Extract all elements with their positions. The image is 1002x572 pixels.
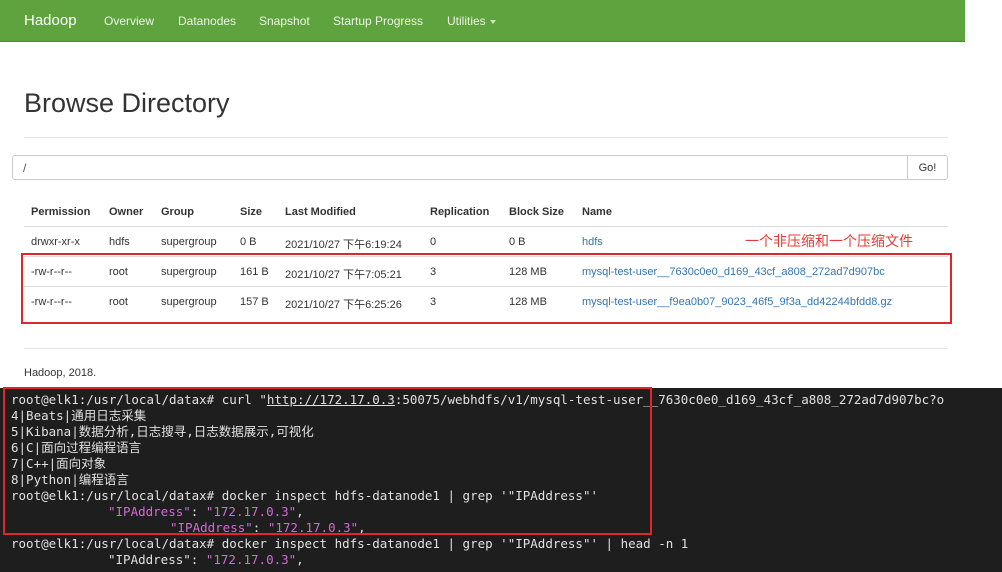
- nav-datanodes[interactable]: Datanodes: [178, 14, 236, 28]
- terminal-line: root@elk1:/usr/local/datax# docker inspe…: [11, 536, 689, 551]
- nav-startup-progress[interactable]: Startup Progress: [333, 14, 423, 28]
- brand-link[interactable]: Hadoop: [24, 12, 77, 29]
- nav-overview[interactable]: Overview: [104, 14, 154, 28]
- cell-group: supergroup: [161, 236, 217, 248]
- header-name[interactable]: Name: [582, 206, 612, 218]
- nav-snapshot[interactable]: Snapshot: [259, 14, 310, 28]
- footer-divider: [24, 348, 948, 349]
- annotation-text: 一个非压缩和一个压缩文件: [745, 233, 913, 249]
- cell-size: 0 B: [240, 236, 257, 248]
- footer-text: Hadoop, 2018.: [24, 367, 97, 379]
- page-title: Browse Directory: [24, 88, 230, 118]
- cell-permission: drwxr-xr-x: [31, 236, 80, 248]
- top-navbar: Hadoop Overview Datanodes Snapshot Start…: [0, 0, 965, 42]
- cell-replication: 0: [430, 236, 437, 248]
- header-group[interactable]: Group: [161, 206, 194, 218]
- highlight-box-terminal: [3, 387, 652, 535]
- header-size[interactable]: Size: [240, 206, 262, 218]
- nav-utilities-label: Utilities: [447, 14, 486, 28]
- go-button[interactable]: Go!: [907, 155, 948, 180]
- cell-owner: hdfs: [109, 236, 130, 248]
- nav-utilities-dropdown[interactable]: Utilities: [447, 14, 496, 28]
- title-divider: [24, 137, 948, 138]
- cell-last-modified: 2021/10/27 下午6:19:24: [285, 239, 402, 251]
- header-replication[interactable]: Replication: [430, 206, 489, 218]
- header-owner[interactable]: Owner: [109, 206, 143, 218]
- caret-down-icon: [489, 19, 496, 24]
- cell-block-size: 0 B: [509, 236, 526, 248]
- header-divider: [24, 226, 948, 227]
- header-permission[interactable]: Permission: [31, 206, 90, 218]
- highlight-box-files: [21, 253, 952, 324]
- header-last-modified[interactable]: Last Modified: [285, 206, 356, 218]
- file-link-hdfs[interactable]: hdfs: [582, 236, 603, 248]
- terminal-line: "IPAddress": "172.17.0.3",: [108, 552, 304, 567]
- header-block-size[interactable]: Block Size: [509, 206, 564, 218]
- path-input[interactable]: [12, 155, 908, 180]
